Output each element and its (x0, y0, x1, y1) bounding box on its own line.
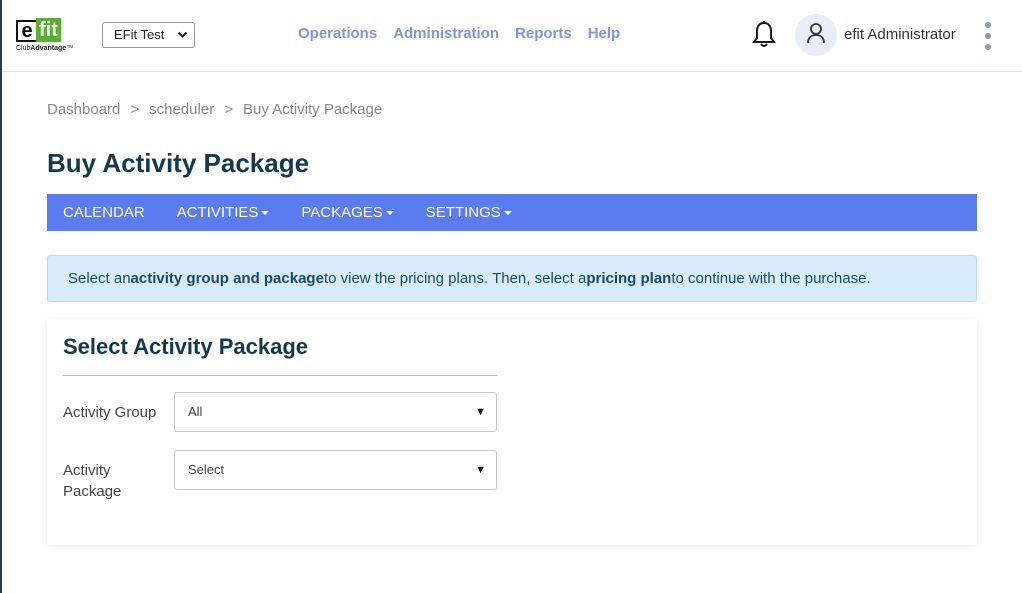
subnav-packages[interactable]: PACKAGES (301, 203, 394, 222)
chevron-down-icon (177, 23, 188, 56)
dropdown-arrow-icon: ▼ (475, 464, 486, 476)
top-navigation: Operations Administration Reports Help (298, 25, 636, 43)
nav-operations[interactable]: Operations (298, 25, 377, 43)
card-divider (63, 375, 497, 376)
activity-group-label: Activity Group (63, 404, 157, 421)
kebab-menu-icon[interactable] (984, 22, 992, 50)
efit-logo[interactable]: e fit ClubAdvantage™ (16, 16, 88, 56)
breadcrumb-separator: > (224, 101, 233, 118)
nav-help[interactable]: Help (588, 25, 621, 43)
club-select-value: EFit Test (114, 27, 165, 42)
logo-subtitle: ClubAdvantage™ (16, 45, 74, 52)
user-name[interactable]: efit Administrator (844, 26, 956, 44)
avatar[interactable] (795, 14, 837, 56)
club-select[interactable]: EFit Test (102, 22, 195, 48)
subnav-activities-label: ACTIVITIES (176, 203, 259, 221)
select-package-card: Select Activity Package Activity Group A… (47, 319, 977, 545)
breadcrumb-dashboard[interactable]: Dashboard (47, 101, 120, 119)
activity-package-label: Activity Package (63, 462, 122, 500)
bell-icon[interactable] (751, 20, 777, 50)
dropdown-arrow-icon: ▼ (475, 406, 486, 418)
breadcrumb-separator: > (130, 101, 140, 118)
activity-package-value: Select (188, 462, 225, 477)
caret-down-icon (503, 210, 512, 215)
nav-administration[interactable]: Administration (393, 25, 499, 43)
breadcrumb-scheduler[interactable]: scheduler (149, 101, 214, 119)
user-icon (806, 22, 826, 49)
subnav-calendar-label: CALENDAR (63, 203, 145, 221)
subnav-settings-label: SETTINGS (425, 203, 501, 221)
logo-mark: e fit (16, 16, 88, 42)
logo-fit: fit (36, 18, 61, 42)
breadcrumb-current: Buy Activity Package (242, 101, 383, 118)
page-title: Buy Activity Package (47, 148, 310, 178)
nav-reports[interactable]: Reports (515, 25, 572, 43)
activity-group-value: All (188, 404, 203, 419)
logo-e: e (16, 20, 36, 42)
subnav-packages-label: PACKAGES (301, 203, 383, 221)
activity-group-select[interactable]: All ▼ (174, 392, 497, 432)
caret-down-icon (261, 210, 270, 215)
breadcrumb: Dashboard > scheduler > Buy Activity Pac… (47, 101, 382, 119)
caret-down-icon (385, 210, 394, 215)
app-header: e fit ClubAdvantage™ EFit Test Operation… (2, 0, 1022, 72)
window-left-edge (0, 0, 2, 593)
subnav-activities[interactable]: ACTIVITIES (177, 204, 270, 222)
activity-package-select[interactable]: Select ▼ (174, 450, 497, 490)
scheduler-subnav: CALENDAR ACTIVITIES PACKAGES SETTINGS (47, 194, 977, 231)
subnav-settings[interactable]: SETTINGS (426, 204, 512, 222)
info-alert: Select an activity group and package to … (47, 255, 977, 302)
card-title: Select Activity Package (63, 334, 308, 359)
subnav-calendar[interactable]: CALENDAR (63, 204, 145, 222)
